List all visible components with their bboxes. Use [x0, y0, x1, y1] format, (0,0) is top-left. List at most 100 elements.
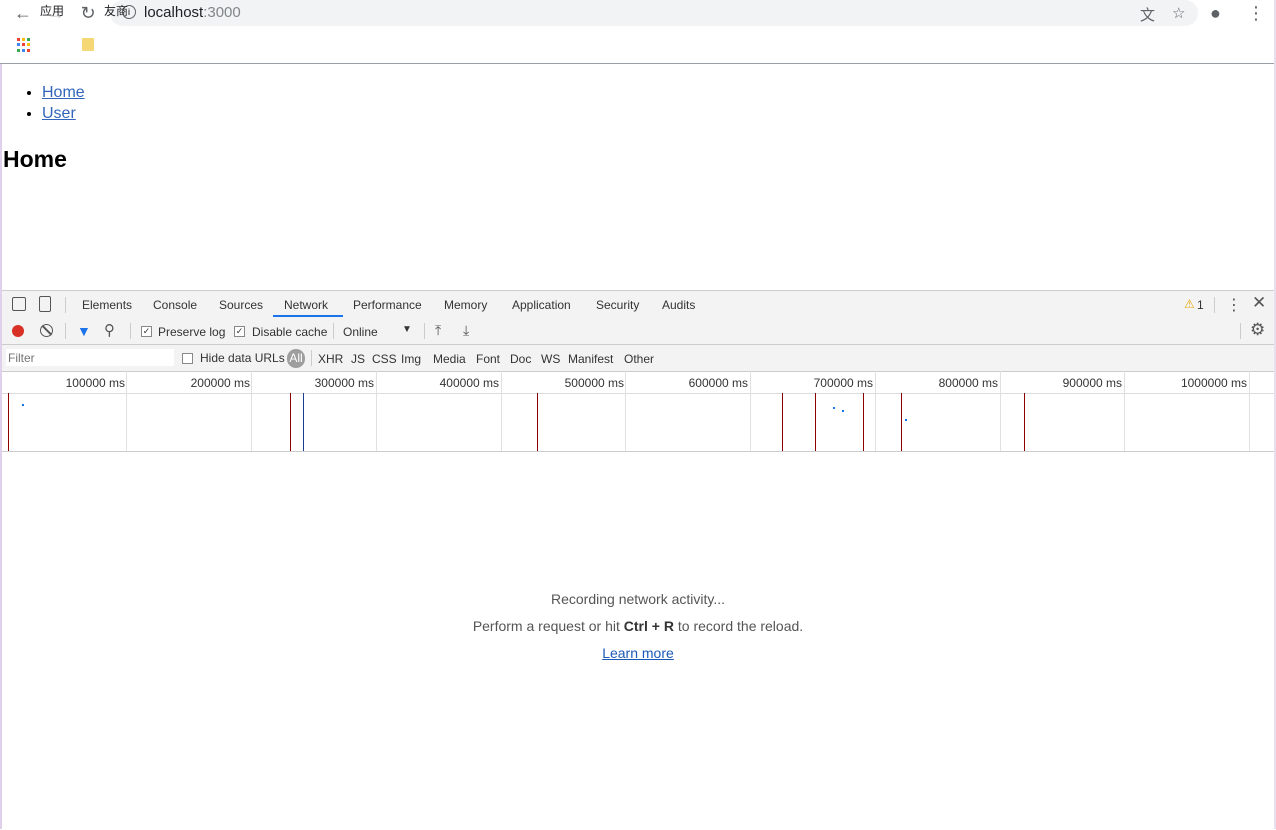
- network-toolbar: ▼ ⚲ ✓ Preserve log ✓ Disable cache Onlin…: [2, 318, 1274, 345]
- type-filter-ws[interactable]: WS: [541, 352, 560, 366]
- reload-hint-suffix: to record the reload.: [673, 618, 804, 634]
- reload-hint-prefix: Perform a request or hit: [472, 618, 624, 634]
- timeline-ruler: 100000 ms 200000 ms 300000 ms 400000 ms …: [2, 371, 1274, 394]
- reload-hint: Perform a request or hit Ctrl + R to rec…: [2, 618, 1274, 634]
- reload-icon[interactable]: ↻: [77, 2, 99, 24]
- request-marker: [8, 393, 9, 451]
- filter-divider: [311, 350, 312, 366]
- request-marker: [782, 393, 783, 451]
- shortcut-ctrl: Ctrl: [623, 618, 648, 634]
- request-dot: [22, 404, 24, 406]
- inspect-element-icon[interactable]: [12, 297, 26, 311]
- nav-list: Home User: [22, 82, 85, 124]
- filter-input[interactable]: [6, 349, 174, 366]
- export-har-icon[interactable]: ⤓: [463, 322, 469, 339]
- type-filter-doc[interactable]: Doc: [510, 352, 531, 366]
- record-icon[interactable]: [12, 325, 24, 337]
- bookmark-folder[interactable]: 友商: [104, 0, 128, 22]
- tick-label: 700000 ms: [813, 376, 873, 390]
- request-dot: [842, 410, 844, 412]
- browser-toolbar: ← → ↻ i localhost:3000 文 ☆ ● ⋮ 应用 友商: [0, 0, 1276, 64]
- tab-console[interactable]: Console: [153, 298, 197, 312]
- tick-label: 600000 ms: [688, 376, 748, 390]
- hide-data-urls-checkbox[interactable]: [182, 353, 193, 364]
- type-filter-font[interactable]: Font: [476, 352, 500, 366]
- tab-performance[interactable]: Performance: [353, 298, 422, 312]
- disable-cache-checkbox[interactable]: ✓: [234, 326, 245, 337]
- url-port: :3000: [203, 4, 241, 21]
- toolbar-divider: [424, 323, 425, 339]
- close-icon[interactable]: ✕: [1252, 293, 1266, 313]
- grid-line: [875, 371, 876, 451]
- grid-line: [750, 371, 751, 451]
- folder-icon: [82, 38, 94, 51]
- preserve-log-label: Preserve log: [158, 325, 226, 339]
- device-toolbar-icon[interactable]: [39, 296, 51, 312]
- disable-cache-label: Disable cache: [252, 325, 328, 339]
- browser-menu-icon[interactable]: ⋮: [1247, 3, 1265, 24]
- type-filter-all[interactable]: All: [287, 349, 305, 368]
- active-tab-indicator: [273, 315, 343, 317]
- tab-network[interactable]: Network: [284, 298, 328, 312]
- warning-count[interactable]: 1: [1197, 298, 1204, 312]
- home-link[interactable]: Home: [42, 84, 85, 101]
- chevron-down-icon[interactable]: ▼: [402, 324, 412, 335]
- type-filter-js[interactable]: JS: [351, 352, 365, 366]
- tick-label: 800000 ms: [938, 376, 998, 390]
- tab-elements[interactable]: Elements: [82, 298, 132, 312]
- tab-application[interactable]: Application: [512, 298, 571, 312]
- request-marker: [901, 393, 902, 451]
- grid-line: [625, 371, 626, 451]
- tab-divider: [65, 297, 66, 313]
- tab-divider: [1214, 297, 1215, 313]
- preserve-log-checkbox[interactable]: ✓: [141, 326, 152, 337]
- clear-icon[interactable]: [40, 324, 53, 337]
- tick-label: 100000 ms: [65, 376, 125, 390]
- profile-avatar-icon[interactable]: ●: [1210, 3, 1221, 24]
- request-marker: [1024, 393, 1025, 451]
- devtools-menu-icon[interactable]: ⋮: [1226, 295, 1242, 315]
- filter-funnel-icon[interactable]: ▼: [77, 323, 91, 339]
- tab-audits[interactable]: Audits: [662, 298, 695, 312]
- back-arrow-icon[interactable]: ←: [12, 2, 34, 24]
- network-overview[interactable]: 100000 ms 200000 ms 300000 ms 400000 ms …: [2, 371, 1274, 452]
- tick-label: 1000000 ms: [1180, 376, 1247, 390]
- throttling-select[interactable]: Online: [343, 325, 378, 339]
- hide-data-urls-label: Hide data URLs: [200, 351, 285, 365]
- user-link[interactable]: User: [42, 105, 76, 122]
- grid-line: [1000, 371, 1001, 451]
- toolbar-divider: [130, 323, 131, 339]
- bookmark-star-icon[interactable]: ☆: [1172, 4, 1185, 22]
- load-marker: [303, 393, 304, 451]
- translate-icon[interactable]: 文: [1140, 4, 1155, 25]
- address-bar[interactable]: i localhost:3000 文 ☆: [110, 0, 1198, 26]
- type-filter-xhr[interactable]: XHR: [318, 352, 343, 366]
- apps-grid-icon[interactable]: [17, 38, 31, 52]
- tab-security[interactable]: Security: [596, 298, 639, 312]
- page-heading: Home: [3, 146, 67, 172]
- url-host: localhost: [144, 4, 204, 21]
- type-filter-css[interactable]: CSS: [372, 352, 397, 366]
- grid-line: [376, 371, 377, 451]
- toolbar-divider: [65, 323, 66, 339]
- type-filter-img[interactable]: Img: [401, 352, 421, 366]
- tick-label: 200000 ms: [190, 376, 250, 390]
- type-filter-media[interactable]: Media: [433, 352, 466, 366]
- empty-state: Recording network activity... Perform a …: [2, 591, 1274, 661]
- shortcut-plus: +: [647, 618, 664, 634]
- type-filter-manifest[interactable]: Manifest: [568, 352, 613, 366]
- gear-icon[interactable]: ⚙: [1250, 320, 1265, 340]
- tab-sources[interactable]: Sources: [219, 298, 263, 312]
- tab-memory[interactable]: Memory: [444, 298, 487, 312]
- toolbar-divider: [333, 323, 334, 339]
- learn-more-link[interactable]: Learn more: [602, 645, 674, 661]
- search-icon[interactable]: ⚲: [104, 321, 115, 339]
- import-har-icon[interactable]: ⤒: [435, 322, 441, 339]
- warning-icon[interactable]: ⚠: [1184, 297, 1195, 311]
- request-marker: [290, 393, 291, 451]
- type-filter-other[interactable]: Other: [624, 352, 654, 366]
- request-marker: [537, 393, 538, 451]
- devtools-panel: Elements Console Sources Network Perform…: [2, 290, 1274, 830]
- bookmark-apps[interactable]: 应用: [40, 0, 64, 22]
- tick-label: 900000 ms: [1062, 376, 1122, 390]
